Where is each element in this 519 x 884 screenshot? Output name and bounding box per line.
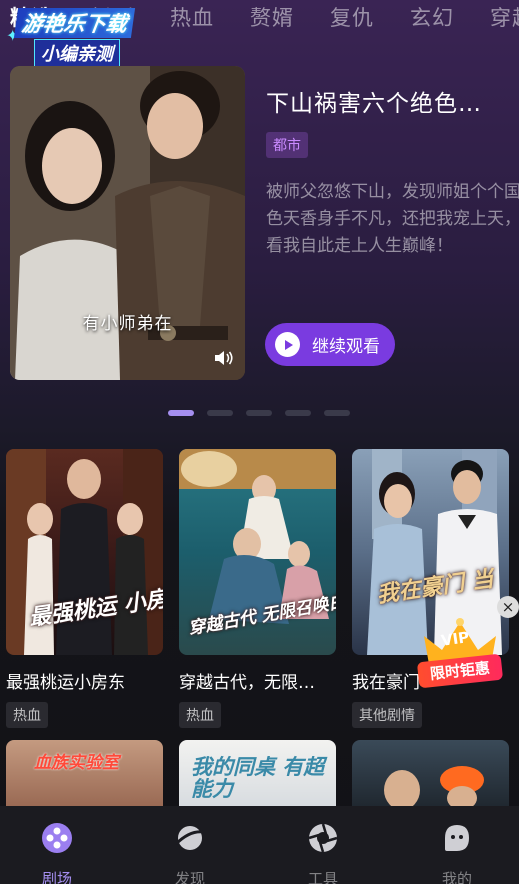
- carousel-dot[interactable]: [207, 410, 233, 416]
- theater-icon: [42, 823, 72, 853]
- nav-item-profile[interactable]: 我的: [427, 822, 487, 884]
- drama-title[interactable]: 穿越古代，无限…: [179, 668, 336, 693]
- drama-card[interactable]: 最强桃运 小房东 最强桃运小房东 热血: [6, 449, 163, 728]
- nav-item-discover[interactable]: 发现: [160, 822, 220, 884]
- bottom-navigation: 剧场 发现 工具 我的: [0, 806, 519, 884]
- drama-card[interactable]: 穿越古代 无限召唤白粥 穿越古代，无限… 热血: [179, 449, 336, 728]
- close-icon[interactable]: ×: [497, 596, 519, 618]
- aperture-icon: [308, 823, 338, 853]
- poster-title-art: 我的同桌 有超能力: [191, 755, 325, 801]
- poster-illustration: [384, 766, 484, 806]
- carousel-dot[interactable]: [324, 410, 350, 416]
- drama-title[interactable]: 最强桃运小房东: [6, 668, 163, 693]
- carousel-dot[interactable]: [285, 410, 311, 416]
- sound-icon[interactable]: [213, 348, 235, 368]
- planet-icon: [174, 826, 205, 850]
- tab-fantasy[interactable]: 玄幻: [410, 2, 454, 32]
- nav-label: 我的: [441, 870, 472, 884]
- drama-poster[interactable]: 最强桃运 小房东: [6, 449, 163, 655]
- nav-label: 发现: [174, 870, 205, 884]
- carousel-dot[interactable]: [168, 410, 194, 416]
- tab-revenge[interactable]: 复仇: [330, 2, 374, 32]
- drama-genre-tag: 其他剧情: [352, 702, 422, 728]
- carousel-indicator: [168, 410, 350, 416]
- hero-genre-tag: 都市: [266, 132, 308, 158]
- watermark-line-1: 游艳乐下载: [13, 8, 136, 38]
- tab-son-in-law[interactable]: 赘婿: [250, 2, 294, 32]
- drama-poster[interactable]: 穿越古代 无限召唤白粥: [179, 449, 336, 655]
- tab-action[interactable]: 热血: [170, 2, 214, 32]
- hero-video-preview[interactable]: 有小师弟在: [10, 66, 245, 380]
- poster-title-art: 血族实验室: [34, 753, 119, 773]
- drama-poster[interactable]: [352, 740, 509, 806]
- nav-item-theater[interactable]: 剧场: [27, 822, 87, 884]
- nav-item-tools[interactable]: 工具: [293, 822, 353, 884]
- drama-poster[interactable]: 我的同桌 有超能力: [179, 740, 336, 806]
- play-icon: [275, 332, 300, 357]
- tab-time-travel[interactable]: 穿越: [490, 2, 519, 32]
- drama-genre-tag: 热血: [6, 702, 48, 728]
- hero-description: 被师父忽悠下山，发现师姐个个国色天香身手不凡，还把我宠上天，看我自此走上人生巅峰…: [266, 182, 519, 256]
- drama-genre-tag: 热血: [179, 702, 221, 728]
- watermark-line-2: 小编亲测: [34, 39, 120, 67]
- carousel-dot[interactable]: [246, 410, 272, 416]
- continue-watching-label: 继续观看: [312, 337, 380, 357]
- continue-watching-button[interactable]: 继续观看: [265, 323, 395, 366]
- hero-title[interactable]: 下山祸害六个绝色…: [266, 84, 519, 118]
- nav-label: 剧场: [41, 870, 72, 884]
- hero-video-subtitle: 有小师弟在: [82, 314, 173, 334]
- profile-icon: [445, 825, 469, 851]
- drama-poster[interactable]: 血族实验室: [6, 740, 163, 806]
- nav-label: 工具: [307, 870, 338, 884]
- watermark-overlay: ✦ 游艳乐下载 小编亲测: [6, 6, 148, 67]
